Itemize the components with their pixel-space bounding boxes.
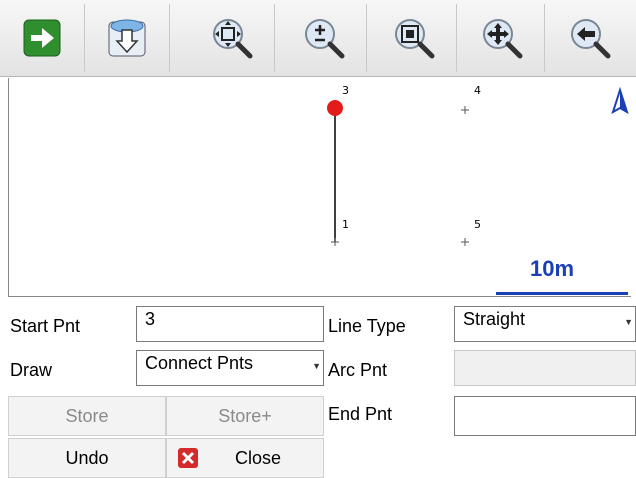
next-button[interactable] xyxy=(0,4,85,72)
zoom-window-icon xyxy=(395,19,435,59)
scale-label: 10m xyxy=(530,256,575,281)
point-marker-5[interactable] xyxy=(461,238,469,246)
close-label: Close xyxy=(235,447,282,468)
draw-select[interactable]: Connect Pnts ▼ xyxy=(136,350,324,386)
zoom-extents-button[interactable] xyxy=(190,4,275,72)
chevron-down-icon: ▼ xyxy=(624,317,633,327)
pan-icon xyxy=(483,19,523,59)
pan-button[interactable] xyxy=(460,4,545,72)
store-button[interactable]: Store xyxy=(8,396,166,436)
start-pnt-value: 3 xyxy=(145,309,156,329)
zoom-window-button[interactable] xyxy=(372,4,457,72)
start-pnt-input[interactable]: 3 xyxy=(136,306,324,342)
line-type-select[interactable]: Straight ▼ xyxy=(454,306,636,342)
zoom-previous-icon xyxy=(571,19,611,59)
end-pnt-input[interactable] xyxy=(454,396,636,436)
point-label-4: 4 xyxy=(474,84,481,97)
download-icon xyxy=(108,19,146,57)
line-type-value: Straight xyxy=(463,309,526,329)
close-button[interactable]: Close xyxy=(166,438,324,478)
point-label-1: 1 xyxy=(342,218,349,231)
zoom-in-out-icon xyxy=(305,19,345,59)
toolbar xyxy=(0,0,636,77)
zoom-in-out-button[interactable] xyxy=(282,4,367,72)
import-button[interactable] xyxy=(85,4,170,72)
store-plus-button[interactable]: Store+ xyxy=(166,396,324,436)
north-arrow-icon xyxy=(611,86,629,115)
draw-label: Draw xyxy=(10,360,53,380)
point-marker-3[interactable] xyxy=(327,100,343,116)
arc-pnt-input[interactable] xyxy=(454,350,636,386)
point-marker-1[interactable] xyxy=(331,238,339,246)
point-marker-4[interactable] xyxy=(461,106,469,114)
line-type-label: Line Type xyxy=(328,316,406,336)
close-icon xyxy=(178,448,198,468)
chevron-down-icon: ▼ xyxy=(312,361,321,371)
end-pnt-label: End Pnt xyxy=(328,404,393,424)
zoom-previous-button[interactable] xyxy=(548,4,632,72)
undo-button[interactable]: Undo xyxy=(8,438,166,478)
start-pnt-label: Start Pnt xyxy=(10,316,81,336)
draw-value: Connect Pnts xyxy=(145,353,254,373)
arrow-right-icon xyxy=(23,19,61,57)
point-label-5: 5 xyxy=(474,218,481,231)
zoom-extents-icon xyxy=(213,19,253,59)
scale-bar xyxy=(496,292,628,295)
point-label-3: 3 xyxy=(342,84,349,97)
arc-pnt-label: Arc Pnt xyxy=(328,360,388,380)
